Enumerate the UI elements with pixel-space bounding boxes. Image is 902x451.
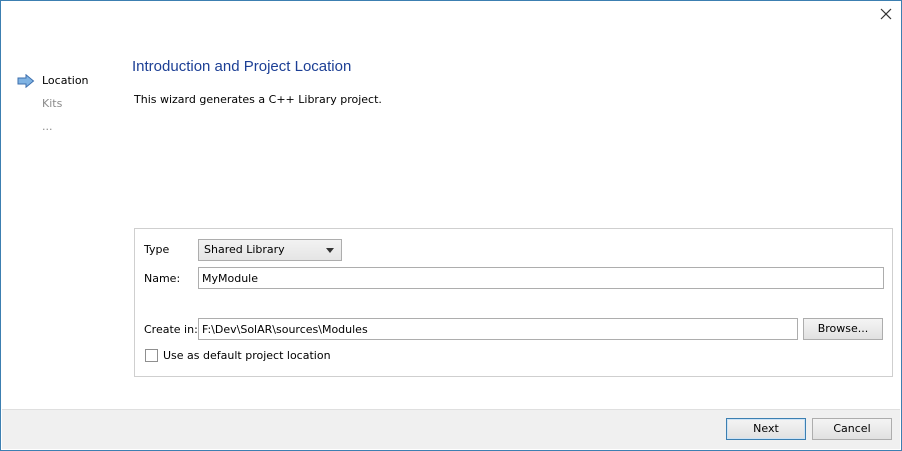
step-label: Kits: [42, 97, 63, 110]
close-button[interactable]: [879, 7, 893, 21]
wizard-steps: Location Kits ...: [17, 73, 117, 142]
step-label: Location: [42, 74, 89, 87]
cancel-button[interactable]: Cancel: [812, 418, 892, 440]
create-in-input[interactable]: [198, 318, 798, 340]
type-dropdown[interactable]: Shared Library: [198, 239, 342, 261]
arrow-right-icon: [17, 73, 35, 93]
name-label: Name:: [144, 272, 181, 285]
step-kits: Kits: [17, 96, 117, 119]
name-input[interactable]: [198, 267, 884, 289]
create-in-label: Create in:: [144, 323, 198, 336]
step-label: ...: [42, 120, 53, 133]
chevron-down-icon: [326, 248, 334, 253]
type-selected-value: Shared Library: [204, 243, 285, 256]
default-location-label: Use as default project location: [163, 349, 331, 362]
page-subtitle: This wizard generates a C++ Library proj…: [134, 93, 382, 106]
step-more: ...: [17, 119, 117, 142]
browse-button[interactable]: Browse...: [803, 318, 883, 340]
wizard-footer: Next Cancel: [2, 409, 900, 449]
wizard-window: Location Kits ... Introduction and Proje…: [0, 0, 902, 451]
next-button[interactable]: Next: [726, 418, 806, 440]
page-title: Introduction and Project Location: [132, 58, 352, 75]
project-form: Type Shared Library Name: Create in: Bro…: [134, 228, 893, 377]
close-icon: [880, 8, 892, 20]
step-location: Location: [17, 73, 117, 96]
default-location-checkbox[interactable]: [145, 349, 158, 362]
type-label: Type: [144, 243, 170, 256]
